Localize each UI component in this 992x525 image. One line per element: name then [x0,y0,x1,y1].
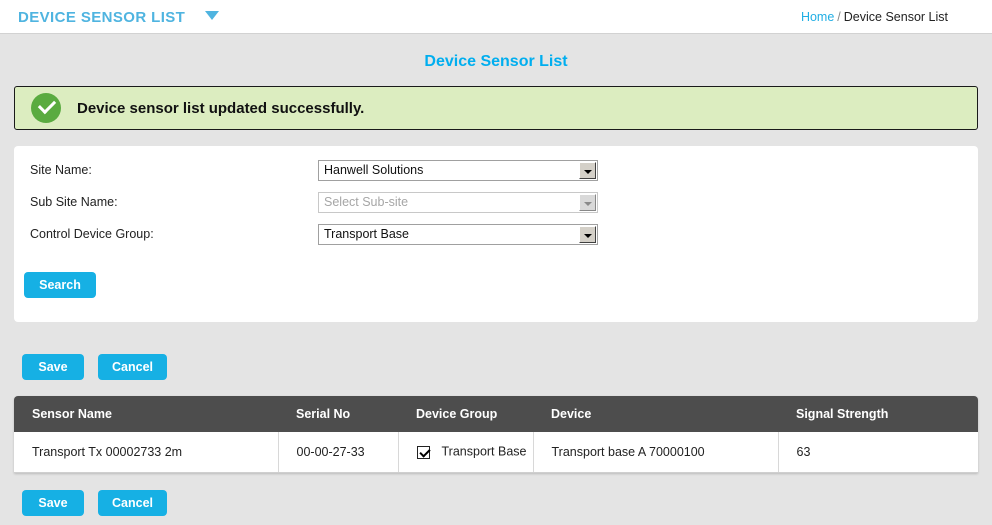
field-control-device-group: Control Device Group: Transport Base [30,222,598,246]
cancel-button-bottom[interactable]: Cancel [98,490,167,516]
device-sensor-table: Sensor Name Serial No Device Group Devic… [14,396,978,473]
cell-sensor-name: Transport Tx 00002733 2m [14,432,279,473]
search-button[interactable]: Search [24,272,96,298]
field-label-site-name: Site Name: [30,163,92,177]
cancel-button-top[interactable]: Cancel [98,354,167,380]
action-bar-bottom: Save Cancel [22,490,181,516]
success-alert: Device sensor list updated successfully. [14,86,978,130]
column-header-sensor-name[interactable]: Sensor Name [14,396,278,432]
table-header-row: Sensor Name Serial No Device Group Devic… [14,396,978,432]
search-panel: Site Name: Hanwell Solutions Sub Site Na… [14,146,978,322]
site-name-value: Hanwell Solutions [324,163,424,177]
sub-site-name-select[interactable]: Select Sub-site [318,191,598,213]
breadcrumb: Home / Device Sensor List [801,10,948,24]
save-button-top[interactable]: Save [22,354,84,380]
chevron-down-icon[interactable] [579,161,596,179]
column-header-serial-no[interactable]: Serial No [278,396,398,432]
cell-serial-no: 00-00-27-33 [278,432,399,473]
action-bar-top: Save Cancel [22,354,181,380]
column-header-device-group[interactable]: Device Group [398,396,533,432]
breadcrumb-home-link[interactable]: Home [801,10,834,24]
field-label-control-device-group: Control Device Group: [30,227,154,241]
column-header-signal-strength[interactable]: Signal Strength [778,396,978,432]
table-body: Transport Tx 00002733 2m 00-00-27-33 Tra… [14,432,978,473]
chevron-down-icon[interactable] [579,225,596,243]
top-bar: DEVICE SENSOR LIST Home / Device Sensor Li… [0,0,992,34]
sub-site-name-value: Select Sub-site [324,195,409,209]
breadcrumb-current: Device Sensor List [843,10,948,24]
device-sensor-table-wrapper: Sensor Name Serial No Device Group Devic… [14,396,978,473]
app-title: DEVICE SENSOR LIST [18,9,186,26]
cell-signal-strength: 63 [778,432,978,473]
control-device-group-select[interactable]: Transport Base [318,223,598,245]
breadcrumb-separator: / [837,10,841,24]
chevron-down-icon[interactable] [205,11,219,20]
cell-device-group: Transport Base [398,432,534,473]
check-circle-icon [31,93,61,123]
alert-message: Device sensor list updated successfully. [77,99,365,117]
table-row[interactable]: Transport Tx 00002733 2m 00-00-27-33 Tra… [14,432,978,473]
chevron-down-icon[interactable] [579,193,596,211]
cell-device: Transport base A 70000100 [533,432,779,473]
field-label-sub-site-name: Sub Site Name: [30,195,118,209]
table-header: Sensor Name Serial No Device Group Devic… [14,396,978,432]
column-header-device[interactable]: Device [533,396,778,432]
page-root: DEVICE SENSOR LIST Home / Device Sensor Li… [0,0,992,525]
save-button-bottom[interactable]: Save [22,490,84,516]
site-name-select[interactable]: Hanwell Solutions [318,159,598,181]
field-site-name: Site Name: Hanwell Solutions [30,158,598,182]
field-sub-site-name: Sub Site Name: Select Sub-site [30,190,598,214]
device-group-label: Transport Base [441,445,527,460]
device-group-checkbox[interactable] [416,445,430,459]
control-device-group-value: Transport Base [324,227,409,241]
page-title: Device Sensor List [424,53,568,70]
